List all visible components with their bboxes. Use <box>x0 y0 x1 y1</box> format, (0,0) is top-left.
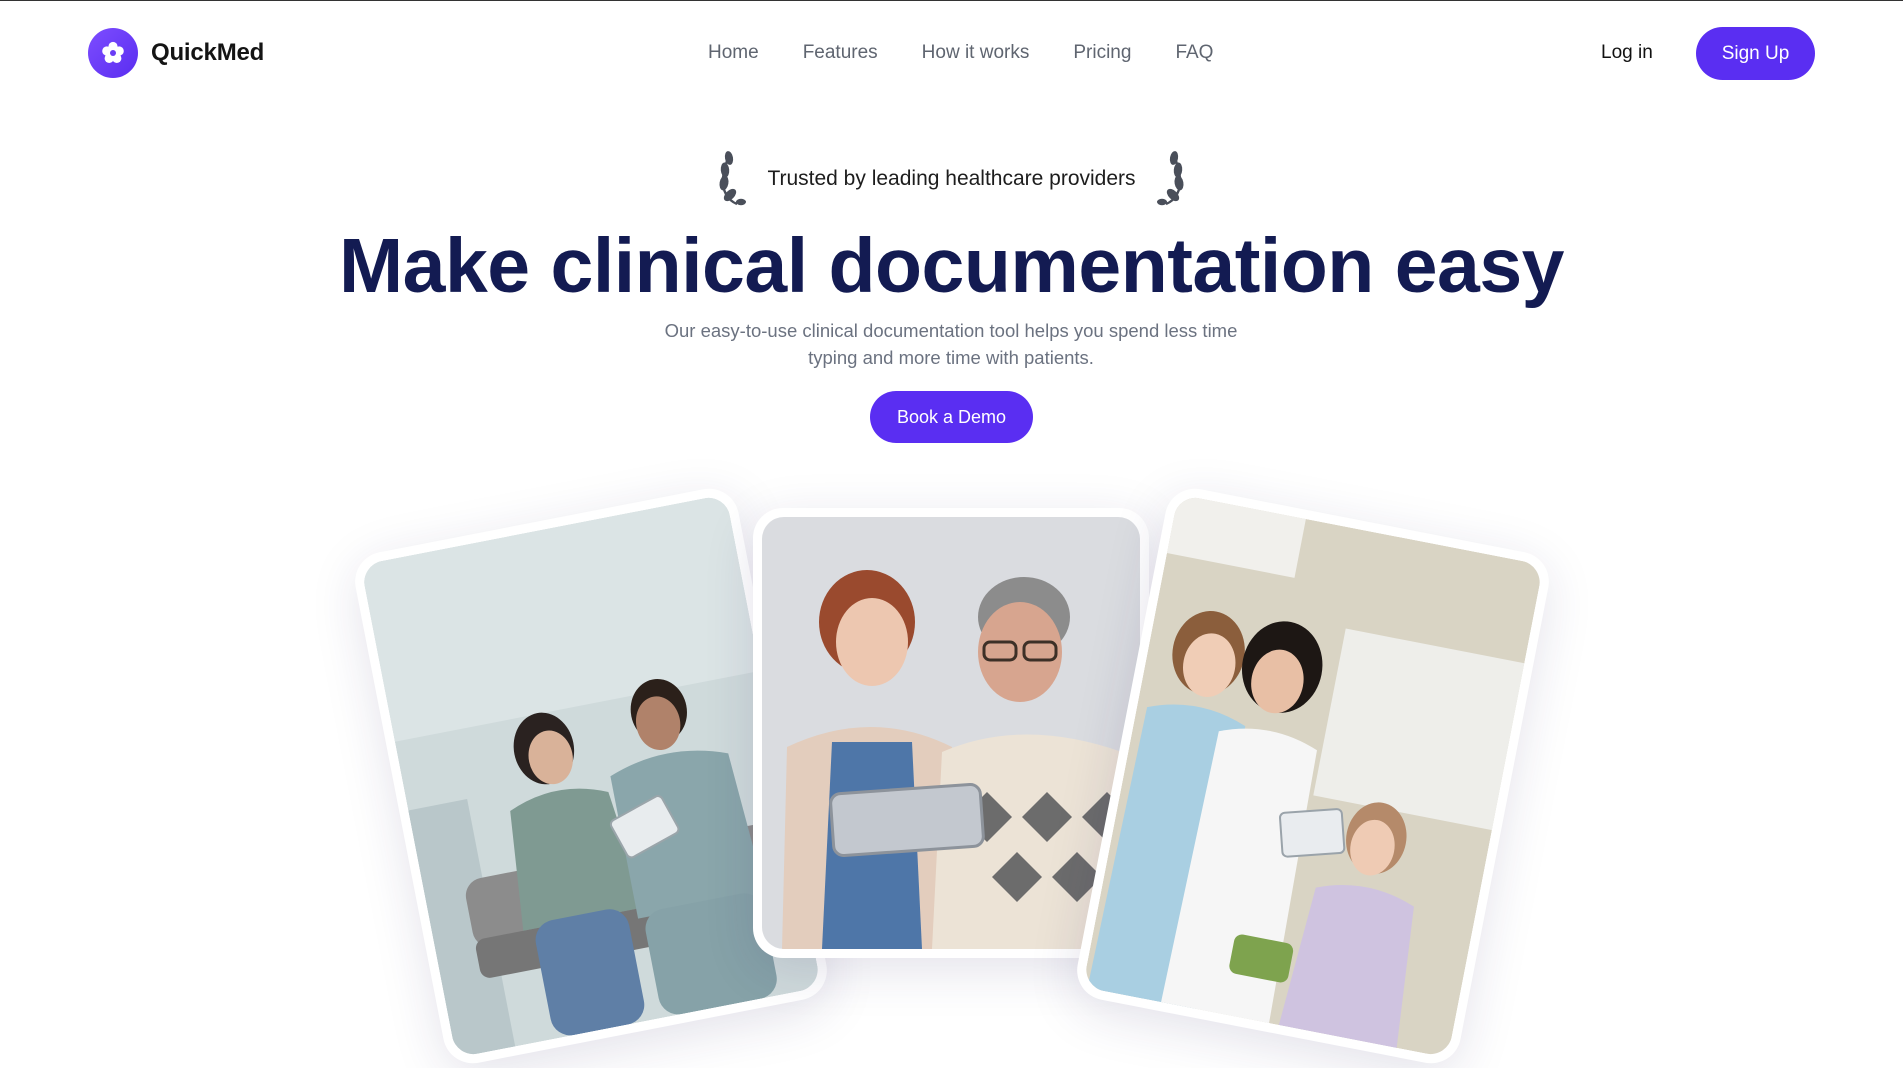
trusted-badge: Trusted by leading healthcare providers <box>0 149 1903 209</box>
nav-item-features[interactable]: Features <box>803 39 878 67</box>
site-header: QuickMed Home Features How it works Pric… <box>0 1 1903 105</box>
book-demo-button[interactable]: Book a Demo <box>870 391 1033 443</box>
nav-item-home[interactable]: Home <box>708 39 759 67</box>
nav-item-how-it-works[interactable]: How it works <box>922 39 1030 67</box>
nav-item-faq[interactable]: FAQ <box>1175 39 1213 67</box>
flower-icon <box>88 28 138 78</box>
login-link[interactable]: Log in <box>1601 39 1653 67</box>
hero-subtext: Our easy-to-use clinical documentation t… <box>664 320 1238 368</box>
nav-item-pricing[interactable]: Pricing <box>1073 39 1131 67</box>
signup-button[interactable]: Sign Up <box>1696 27 1815 80</box>
dental-clinic-photo <box>1082 494 1544 1058</box>
photo-card-nurse-patient <box>753 508 1149 958</box>
brand-name: QuickMed <box>151 39 265 66</box>
trusted-text: Trusted by leading healthcare providers <box>767 167 1136 190</box>
nurse-patient-photo <box>762 517 1140 949</box>
main-nav: Home Features How it works Pricing FAQ <box>708 39 1213 67</box>
brand[interactable]: QuickMed <box>88 28 264 78</box>
hero-headline: Make clinical documentation easy <box>339 223 1565 309</box>
laurel-right-icon <box>1156 151 1184 206</box>
laurel-left-icon <box>719 151 747 206</box>
